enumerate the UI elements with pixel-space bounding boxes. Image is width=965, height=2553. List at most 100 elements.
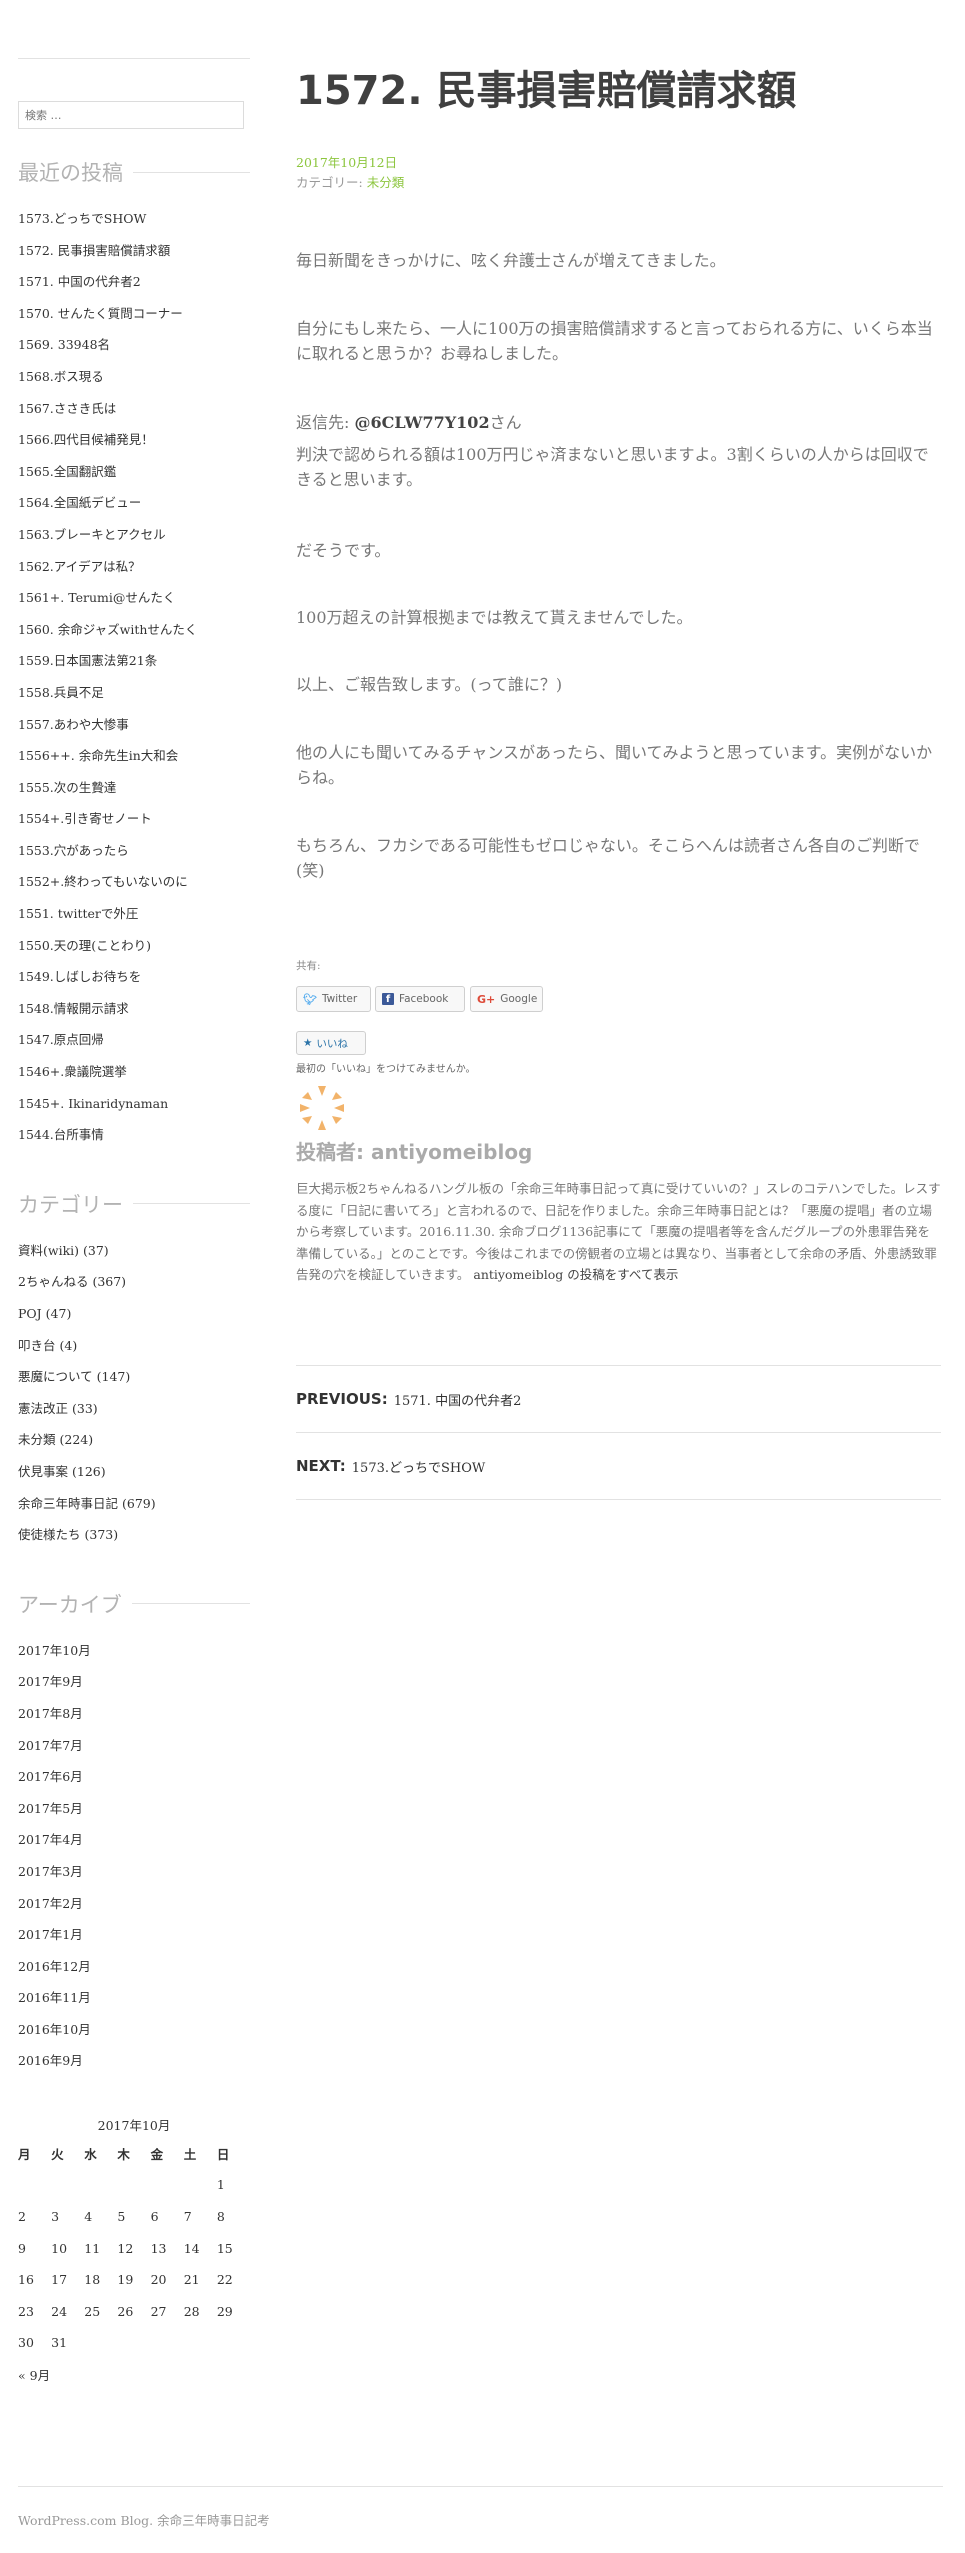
recent-post-link[interactable]: 1554+.引き寄せノート <box>18 809 250 841</box>
category-link[interactable]: 未分類 <box>18 1432 56 1447</box>
footer-wordpress-link[interactable]: WordPress.com Blog. <box>18 2513 153 2528</box>
category-link[interactable]: 叩き台 <box>18 1338 56 1353</box>
recent-post-link[interactable]: 1557.あわや大惨事 <box>18 715 250 747</box>
twitter-icon: 🐦︎ <box>303 992 317 1006</box>
category-link[interactable]: 2ちゃんねる <box>18 1274 88 1289</box>
archives-list: 2017年10月 2017年9月 2017年8月 2017年7月 2017年6月 2017… <box>18 1641 250 2083</box>
category-link[interactable]: 余命三年時事日記 <box>18 1496 118 1511</box>
calendar-day: 30 <box>18 2335 34 2351</box>
recent-post-link[interactable]: 1562.アイデアは私？ <box>18 557 250 589</box>
calendar-day: 6 <box>150 2208 159 2224</box>
previous-post-nav[interactable]: PREVIOUS: 1571. 中国の代弁者2 <box>296 1365 941 1432</box>
category-item: 余命三年時事日記 (679) <box>18 1494 250 1526</box>
recent-post-link[interactable]: 1555.次の生贄達 <box>18 778 250 810</box>
category-link[interactable]: 伏見事案 <box>18 1464 68 1479</box>
calendar-day: 21 <box>183 2272 200 2288</box>
recent-post-link[interactable]: 1570. せんたく質問コーナー <box>18 304 250 336</box>
recent-post-link[interactable]: 1573.どっちでSHOW <box>18 209 250 241</box>
archive-link[interactable]: 2017年4月 <box>18 1830 250 1862</box>
archive-link[interactable]: 2017年2月 <box>18 1894 250 1926</box>
footer-credit: WordPress.com Blog. 余命三年時事日記考 <box>18 2510 270 2529</box>
category-link[interactable]: 憲法改正 <box>18 1401 68 1416</box>
archive-link[interactable]: 2017年7月 <box>18 1736 250 1768</box>
recent-post-link[interactable]: 1552+.終わってもいないのに <box>18 872 250 904</box>
calendar-day: 15 <box>216 2240 233 2256</box>
author-all-posts-link[interactable]: antiyomeiblog の投稿をすべて表示 <box>473 1267 678 1282</box>
recent-post-link[interactable]: 1551. twitterで外圧 <box>18 904 250 936</box>
recent-post-link[interactable]: 1572. 民事損害賠償請求額 <box>18 241 250 273</box>
category-count: (679) <box>122 1495 156 1511</box>
calendar-weekday: 金 <box>150 2146 164 2162</box>
next-post-nav[interactable]: NEXT: 1573.どっちでSHOW <box>296 1432 941 1500</box>
archive-link[interactable]: 2017年9月 <box>18 1672 250 1704</box>
post-date-link[interactable]: 2017年10月12日 <box>296 152 397 171</box>
calendar-day <box>184 2327 217 2359</box>
post-category-link[interactable]: 未分類 <box>367 175 405 190</box>
recent-post-link[interactable]: 1548.情報開示請求 <box>18 999 250 1031</box>
calendar-day: 27 <box>150 2303 167 2319</box>
recent-post-link[interactable]: 1569. 33948名 <box>18 335 250 367</box>
recent-post-link[interactable]: 1553.穴があったら <box>18 841 250 873</box>
recent-post-link[interactable]: 1556++. 余命先生in大和会 <box>18 746 250 778</box>
calendar-day: 22 <box>216 2272 233 2288</box>
archives-heading: アーカイブ <box>18 1589 250 1619</box>
footer-site-link[interactable]: 余命三年時事日記考 <box>157 2513 270 2528</box>
archive-link[interactable]: 2017年8月 <box>18 1704 250 1736</box>
category-count: (373) <box>84 1527 119 1543</box>
calendar-day: 19 <box>117 2272 134 2288</box>
archive-link[interactable]: 2017年3月 <box>18 1862 250 1894</box>
category-link[interactable]: 悪魔について <box>18 1369 93 1384</box>
calendar-day <box>117 2169 150 2201</box>
recent-post-link[interactable]: 1559.日本国憲法第21条 <box>18 651 250 683</box>
calendar-week: 23 24 25 26 27 28 29 <box>18 2295 250 2327</box>
recent-post-link[interactable]: 1571. 中国の代弁者2 <box>18 272 250 304</box>
archive-link[interactable]: 2016年10月 <box>18 2020 250 2052</box>
recent-post-link[interactable]: 1560. 余命ジャズwithせんたく <box>18 620 250 652</box>
calendar-day: 13 <box>150 2240 167 2256</box>
recent-post-link[interactable]: 1544.台所事情 <box>18 1125 250 1157</box>
share-facebook-button[interactable]: f Facebook <box>375 986 465 1012</box>
recent-post-link[interactable]: 1558.兵員不足 <box>18 683 250 715</box>
recent-post-link[interactable]: 1565.全国翻訳鑑 <box>18 462 250 494</box>
category-link[interactable]: 使徒様たち <box>18 1527 81 1542</box>
author-avatar <box>300 1086 344 1130</box>
recent-post-link[interactable]: 1550.天の理(ことわり) <box>18 936 250 968</box>
share-google-label: Google <box>500 993 538 1005</box>
category-count: (47) <box>45 1306 72 1321</box>
recent-post-link[interactable]: 1547.原点回帰 <box>18 1030 250 1062</box>
share-google-button[interactable]: G+ Google <box>470 986 543 1012</box>
like-button[interactable]: ★ いいね <box>296 1031 366 1055</box>
recent-post-link[interactable]: 1545+. Ikinaridynaman <box>18 1094 250 1126</box>
recent-post-link[interactable]: 1563.ブレーキとアクセル <box>18 525 250 557</box>
category-link[interactable]: POJ <box>18 1306 42 1321</box>
sidebar-top-divider <box>18 58 250 59</box>
recent-posts-list: 1573.どっちでSHOW 1572. 民事損害賠償請求額 1571. 中国の代弁者… <box>18 209 250 1157</box>
archive-link[interactable]: 2016年11月 <box>18 1988 250 2020</box>
calendar-prev-month-link[interactable]: « 9月 <box>18 2365 250 2387</box>
category-count: (367) <box>92 1274 127 1290</box>
post-category-line: カテゴリー: 未分類 <box>296 172 404 191</box>
archive-link[interactable]: 2017年10月 <box>18 1641 250 1673</box>
calendar-day: 16 <box>18 2272 34 2288</box>
calendar-weekday: 日 <box>216 2146 230 2162</box>
recent-post-link[interactable]: 1561+. Terumi@せんたく <box>18 588 250 620</box>
recent-post-link[interactable]: 1568.ボス現る <box>18 367 250 399</box>
archive-link[interactable]: 2017年1月 <box>18 1925 250 1957</box>
calendar-weekday: 木 <box>117 2146 130 2162</box>
reply-prefix: 返信先: <box>296 413 355 432</box>
calendar-weekday: 月 <box>18 2146 31 2162</box>
category-item: 伏見事案 (126) <box>18 1462 250 1494</box>
archive-link[interactable]: 2017年6月 <box>18 1767 250 1799</box>
calendar-week: 2 3 4 5 6 7 8 <box>18 2201 250 2233</box>
archive-link[interactable]: 2016年12月 <box>18 1957 250 1989</box>
archive-link[interactable]: 2017年5月 <box>18 1799 250 1831</box>
recent-post-link[interactable]: 1549.しばしお待ちを <box>18 967 250 999</box>
recent-post-link[interactable]: 1564.全国紙デビュー <box>18 493 250 525</box>
category-link[interactable]: 資料(wiki) <box>18 1243 79 1258</box>
recent-post-link[interactable]: 1567.ささき氏は <box>18 399 250 431</box>
recent-post-link[interactable]: 1546+.衆議院選挙 <box>18 1062 250 1094</box>
recent-post-link[interactable]: 1566.四代目候補発見！ <box>18 430 250 462</box>
search-input[interactable] <box>18 101 244 129</box>
share-twitter-button[interactable]: 🐦︎ Twitter <box>296 986 371 1012</box>
archive-link[interactable]: 2016年9月 <box>18 2051 250 2083</box>
